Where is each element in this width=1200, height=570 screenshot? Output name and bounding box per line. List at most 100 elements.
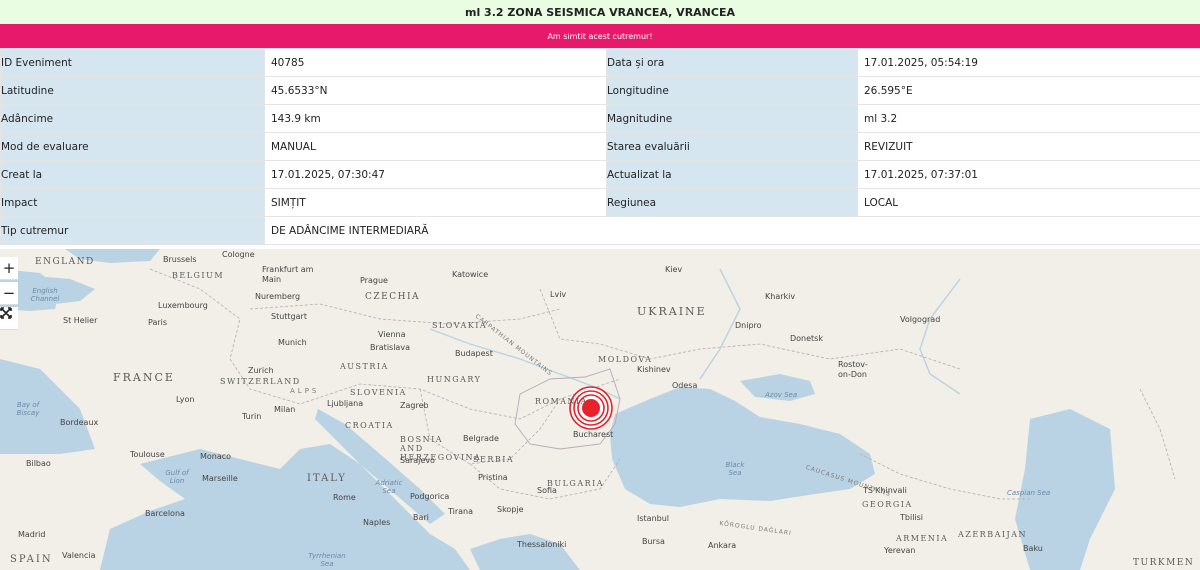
city-label: Stuttgart xyxy=(271,312,307,321)
country-label: UKRAINE xyxy=(637,305,707,318)
detail-value: 40785 xyxy=(264,48,607,77)
country-label: SERBIA xyxy=(473,455,515,464)
table-row: ID Eveniment 40785 Data și ora 17.01.202… xyxy=(0,48,1200,77)
sea-label: English Channel xyxy=(30,287,60,303)
sea-label: Bay of Biscay xyxy=(16,401,40,417)
table-row: Tip cutremur DE ADÂNCIME INTERMEDIARĂ xyxy=(0,216,1200,245)
city-label: St Helier xyxy=(63,316,98,325)
country-label: TURKMEN xyxy=(1133,558,1195,568)
city-label: Pristina xyxy=(478,473,508,482)
city-label: Zurich xyxy=(248,366,274,375)
country-label: ITALY xyxy=(307,473,347,484)
city-label: Baku xyxy=(1023,544,1043,553)
city-label: Paris xyxy=(148,318,168,327)
city-label: Monaco xyxy=(200,452,232,461)
detail-value: 17.01.2025, 05:54:19 xyxy=(857,48,1200,77)
city-label: Barcelona xyxy=(145,509,185,518)
city-label: Thessaloniki xyxy=(517,540,567,549)
city-label: Brussels xyxy=(163,255,197,264)
map-base xyxy=(0,249,1200,570)
country-label: AZERBAIJAN xyxy=(958,530,1027,539)
city-label: Istanbul xyxy=(637,514,670,523)
city-label: Belgrade xyxy=(463,434,499,443)
city-label: Donetsk xyxy=(790,334,823,343)
felt-earthquake-button[interactable]: Am simtit acest cutremur! xyxy=(0,24,1200,48)
country-label: CZECHIA xyxy=(365,292,420,302)
country-label: ARMENIA xyxy=(896,534,949,543)
country-label: SWITZERLAND xyxy=(220,377,301,386)
detail-value: MANUAL xyxy=(264,132,607,161)
detail-label: Adâncime xyxy=(0,104,265,133)
table-row: Latitudine 45.6533°N Longitudine 26.595°… xyxy=(0,76,1200,105)
country-label: BELGIUM xyxy=(172,271,225,280)
table-row: Mod de evaluare MANUAL Starea evaluării … xyxy=(0,132,1200,161)
sea-label: Caspian Sea xyxy=(1007,489,1051,497)
city-label: Nuremberg xyxy=(255,292,301,301)
detail-value: 45.6533°N xyxy=(264,76,607,105)
zoom-in-button[interactable]: + xyxy=(0,257,18,280)
city-label: Luxembourg xyxy=(158,301,208,310)
city-label: Frankfurt am Main xyxy=(262,265,314,284)
city-label: Skopje xyxy=(497,505,524,514)
city-label: Prague xyxy=(360,276,388,285)
city-label: Odesa xyxy=(672,381,698,390)
zoom-out-button[interactable]: − xyxy=(0,282,18,305)
detail-label: Latitudine xyxy=(0,76,265,105)
detail-label: Data și ora xyxy=(606,48,858,77)
city-label: Vienna xyxy=(378,330,406,339)
table-row: Creat la 17.01.2025, 07:30:47 Actualizat… xyxy=(0,160,1200,189)
city-label: Cologne xyxy=(222,250,255,259)
country-label: ENGLAND xyxy=(35,257,95,267)
city-label: Yerevan xyxy=(884,546,916,555)
table-row: Adâncime 143.9 km Magnitudine ml 3.2 xyxy=(0,104,1200,133)
city-label: Zagreb xyxy=(400,401,429,410)
detail-label: Creat la xyxy=(0,160,265,189)
detail-value: 17.01.2025, 07:37:01 xyxy=(857,160,1200,189)
country-label: GEORGIA xyxy=(862,500,913,509)
city-label: Kharkiv xyxy=(765,292,796,301)
city-label: Sofia xyxy=(537,486,557,495)
city-label: Bratislava xyxy=(370,343,410,352)
city-label: Rostov-on-Don xyxy=(838,360,868,379)
country-label: ROMANIA xyxy=(535,397,588,406)
detail-label: Magnitudine xyxy=(606,104,858,133)
detail-label: ID Eveniment xyxy=(0,48,265,77)
city-label: Volgograd xyxy=(900,315,941,324)
city-label: Kishinev xyxy=(637,365,671,374)
event-title: ml 3.2 ZONA SEISMICA VRANCEA, VRANCEA xyxy=(465,5,735,19)
city-label: Tirana xyxy=(448,507,474,516)
city-label: Madrid xyxy=(18,530,46,539)
country-label: HUNGARY xyxy=(427,375,482,384)
detail-label: Impact xyxy=(0,188,265,217)
epicenter-map[interactable]: ENGLAND BELGIUM FRANCE SWITZERLAND AUSTR… xyxy=(0,249,1200,570)
city-label: Bucharest xyxy=(573,430,614,439)
city-label: Katowice xyxy=(452,270,489,279)
city-label: Valencia xyxy=(62,551,96,560)
event-details-table: ID Eveniment 40785 Data și ora 17.01.202… xyxy=(0,48,1200,245)
city-label: Toulouse xyxy=(130,450,165,459)
fullscreen-button[interactable] xyxy=(0,307,18,330)
fullscreen-icon xyxy=(0,307,12,319)
sea-label: Adriatic Sea xyxy=(375,479,403,495)
detail-label: Tip cutremur xyxy=(0,216,265,245)
city-label: Bilbao xyxy=(26,459,51,468)
detail-value: 26.595°E xyxy=(857,76,1200,105)
sea-label: Azov Sea xyxy=(765,391,798,399)
country-label: SPAIN xyxy=(10,554,53,565)
city-label: Turin xyxy=(242,412,262,421)
city-label: Bordeaux xyxy=(60,418,99,427)
table-row: Impact SIMȚIT Regiunea LOCAL xyxy=(0,188,1200,217)
city-label: Bari xyxy=(413,513,429,522)
detail-value: REVIZUIT xyxy=(857,132,1200,161)
detail-label: Longitudine xyxy=(606,76,858,105)
detail-value: DE ADÂNCIME INTERMEDIARĂ xyxy=(264,216,1200,245)
sea-label: Gulf of Lion xyxy=(165,469,189,485)
city-label: Rome xyxy=(333,493,356,502)
city-label: Sarajevo xyxy=(400,456,435,465)
country-label: SLOVENIA xyxy=(350,388,407,397)
city-label: Milan xyxy=(274,405,296,414)
city-label: Budapest xyxy=(455,349,493,358)
city-label: Lviv xyxy=(550,290,567,299)
city-label: Lyon xyxy=(176,395,195,404)
detail-label: Regiunea xyxy=(606,188,858,217)
